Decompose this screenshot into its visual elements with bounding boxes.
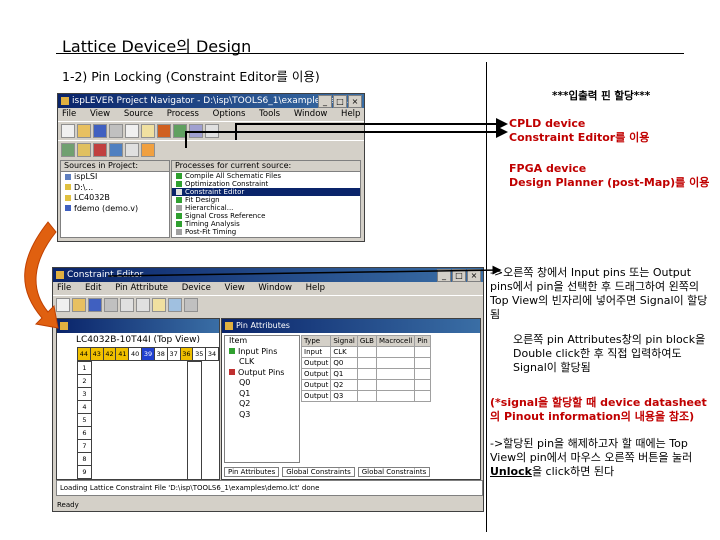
flow-arrow-icon [24, 221, 59, 329]
constraint-pointer-arrow [185, 126, 508, 148]
annotation-arrows [24, 118, 508, 329]
drag-pointer-arrow [107, 265, 502, 277]
